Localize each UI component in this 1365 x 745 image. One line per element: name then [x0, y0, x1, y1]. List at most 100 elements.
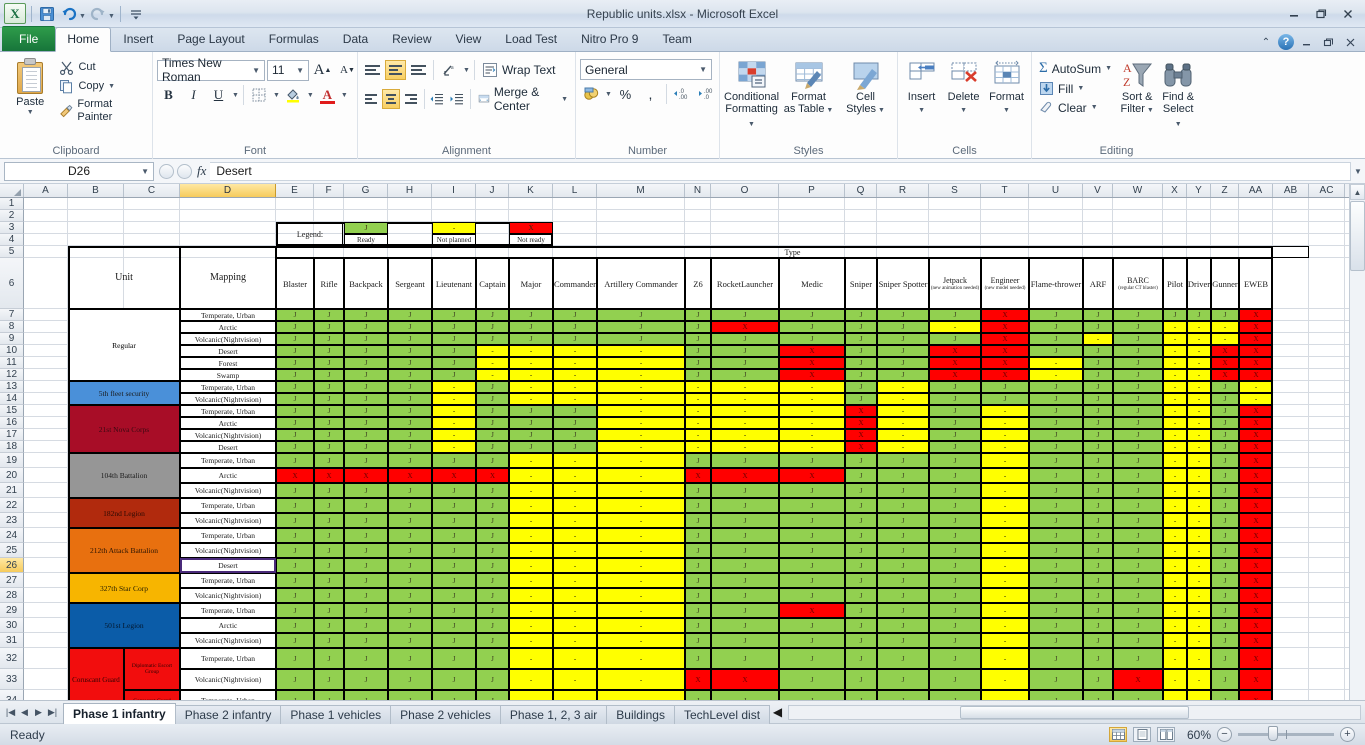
- matrix-cell-8-19[interactable]: -: [1163, 405, 1187, 417]
- matrix-cell-15-1[interactable]: J: [314, 498, 344, 513]
- matrix-cell-10-12[interactable]: X: [845, 429, 877, 441]
- mapping-cell-11[interactable]: Desert: [180, 441, 276, 453]
- matrix-cell-21-1[interactable]: J: [314, 588, 344, 603]
- matrix-cell-6-6[interactable]: -: [509, 381, 553, 393]
- matrix-cell-11-15[interactable]: -: [981, 441, 1029, 453]
- matrix-cell-12-14[interactable]: J: [929, 453, 981, 468]
- matrix-cell-4-22[interactable]: X: [1239, 357, 1273, 369]
- matrix-cell-22-21[interactable]: J: [1211, 603, 1239, 618]
- matrix-cell-13-4[interactable]: X: [432, 468, 476, 483]
- matrix-cell-10-18[interactable]: J: [1113, 429, 1163, 441]
- matrix-cell-10-15[interactable]: -: [981, 429, 1029, 441]
- matrix-cell-0-0[interactable]: J: [276, 309, 314, 321]
- matrix-cell-8-8[interactable]: -: [597, 405, 685, 417]
- matrix-cell-3-19[interactable]: -: [1163, 345, 1187, 357]
- matrix-cell-18-16[interactable]: J: [1029, 543, 1083, 558]
- matrix-cell-16-18[interactable]: J: [1113, 513, 1163, 528]
- matrix-cell-24-3[interactable]: J: [388, 633, 432, 648]
- matrix-cell-1-11[interactable]: J: [779, 321, 845, 333]
- matrix-cell-10-13[interactable]: -: [877, 429, 929, 441]
- accounting-caret-icon[interactable]: ▼: [605, 91, 612, 98]
- align-right-icon[interactable]: [402, 89, 420, 109]
- matrix-cell-26-4[interactable]: J: [432, 669, 476, 690]
- matrix-cell-9-9[interactable]: -: [685, 417, 711, 429]
- row-header-6[interactable]: 6: [0, 258, 24, 309]
- matrix-cell-27-5[interactable]: J: [476, 690, 509, 700]
- sort-filter-button[interactable]: A Z Sort & Filter ▼: [1119, 56, 1155, 117]
- matrix-cell-12-10[interactable]: J: [711, 453, 779, 468]
- row-header-27[interactable]: 27: [0, 573, 24, 588]
- matrix-cell-25-21[interactable]: J: [1211, 648, 1239, 669]
- matrix-cell-17-13[interactable]: J: [877, 528, 929, 543]
- matrix-cell-24-21[interactable]: J: [1211, 633, 1239, 648]
- matrix-cell-17-16[interactable]: J: [1029, 528, 1083, 543]
- matrix-cell-18-11[interactable]: J: [779, 543, 845, 558]
- column-header-T[interactable]: T: [981, 184, 1029, 197]
- matrix-cell-18-15[interactable]: -: [981, 543, 1029, 558]
- matrix-cell-6-20[interactable]: -: [1187, 381, 1211, 393]
- mapping-cell-8[interactable]: Temperate, Urban: [180, 405, 276, 417]
- matrix-cell-0-19[interactable]: J: [1163, 309, 1187, 321]
- align-left-icon[interactable]: [362, 89, 380, 109]
- matrix-cell-19-2[interactable]: J: [344, 558, 388, 573]
- matrix-cell-15-3[interactable]: J: [388, 498, 432, 513]
- matrix-cell-26-12[interactable]: J: [845, 669, 877, 690]
- matrix-cell-27-12[interactable]: J: [845, 690, 877, 700]
- mapping-cell-27[interactable]: Temperate, Urban: [180, 690, 276, 700]
- matrix-cell-19-22[interactable]: X: [1239, 558, 1273, 573]
- matrix-cell-7-22[interactable]: -: [1239, 393, 1273, 405]
- spreadsheet-grid[interactable]: A B C D E F G H I J K L M N O P Q R S T U V W X Y Z AA AB AC 1234567…: [0, 184, 1365, 700]
- matrix-cell-13-17[interactable]: J: [1083, 468, 1113, 483]
- matrix-cell-23-5[interactable]: J: [476, 618, 509, 633]
- matrix-cell-6-2[interactable]: J: [344, 381, 388, 393]
- row-header-21[interactable]: 21: [0, 483, 24, 498]
- matrix-cell-2-2[interactable]: J: [344, 333, 388, 345]
- matrix-cell-7-17[interactable]: J: [1083, 393, 1113, 405]
- matrix-cell-13-8[interactable]: -: [597, 468, 685, 483]
- matrix-cell-19-20[interactable]: -: [1187, 558, 1211, 573]
- matrix-cell-2-21[interactable]: -: [1211, 333, 1239, 345]
- matrix-cell-0-22[interactable]: X: [1239, 309, 1273, 321]
- matrix-cell-27-4[interactable]: J: [432, 690, 476, 700]
- matrix-cell-17-20[interactable]: -: [1187, 528, 1211, 543]
- matrix-cell-4-0[interactable]: J: [276, 357, 314, 369]
- matrix-cell-1-9[interactable]: J: [685, 321, 711, 333]
- first-sheet-icon[interactable]: |◀: [4, 707, 17, 718]
- mapping-cell-1[interactable]: Arctic: [180, 321, 276, 333]
- matrix-cell-27-16[interactable]: J: [1029, 690, 1083, 700]
- merge-center-caret-icon[interactable]: ▼: [561, 96, 568, 103]
- matrix-cell-24-2[interactable]: J: [344, 633, 388, 648]
- matrix-cell-15-10[interactable]: J: [711, 498, 779, 513]
- format-cells-button[interactable]: Format ▼: [986, 56, 1027, 117]
- matrix-cell-3-8[interactable]: -: [597, 345, 685, 357]
- matrix-cell-15-7[interactable]: -: [553, 498, 597, 513]
- zoom-in-button[interactable]: +: [1340, 727, 1355, 742]
- column-header-S[interactable]: S: [929, 184, 981, 197]
- matrix-cell-14-6[interactable]: -: [509, 483, 553, 498]
- row-header-5[interactable]: 5: [0, 246, 24, 258]
- matrix-cell-11-4[interactable]: -: [432, 441, 476, 453]
- help-icon[interactable]: ?: [1278, 34, 1294, 50]
- matrix-cell-22-7[interactable]: -: [553, 603, 597, 618]
- matrix-cell-0-16[interactable]: J: [1029, 309, 1083, 321]
- matrix-cell-22-22[interactable]: X: [1239, 603, 1273, 618]
- clear-button[interactable]: Clear ▼: [1036, 99, 1115, 116]
- matrix-cell-5-15[interactable]: X: [981, 369, 1029, 381]
- matrix-cell-2-20[interactable]: -: [1187, 333, 1211, 345]
- excel-logo-icon[interactable]: X: [4, 3, 26, 24]
- matrix-cell-1-16[interactable]: J: [1029, 321, 1083, 333]
- matrix-cell-21-3[interactable]: J: [388, 588, 432, 603]
- matrix-cell-14-9[interactable]: J: [685, 483, 711, 498]
- matrix-cell-1-22[interactable]: X: [1239, 321, 1273, 333]
- matrix-cell-17-1[interactable]: J: [314, 528, 344, 543]
- matrix-cell-7-9[interactable]: -: [685, 393, 711, 405]
- column-header-AB[interactable]: AB: [1273, 184, 1309, 197]
- matrix-cell-19-18[interactable]: J: [1113, 558, 1163, 573]
- header-mapping[interactable]: Mapping: [180, 246, 276, 309]
- matrix-cell-8-9[interactable]: -: [685, 405, 711, 417]
- matrix-cell-8-6[interactable]: J: [509, 405, 553, 417]
- matrix-cell-11-1[interactable]: J: [314, 441, 344, 453]
- matrix-cell-14-1[interactable]: J: [314, 483, 344, 498]
- matrix-cell-25-1[interactable]: J: [314, 648, 344, 669]
- matrix-cell-15-18[interactable]: J: [1113, 498, 1163, 513]
